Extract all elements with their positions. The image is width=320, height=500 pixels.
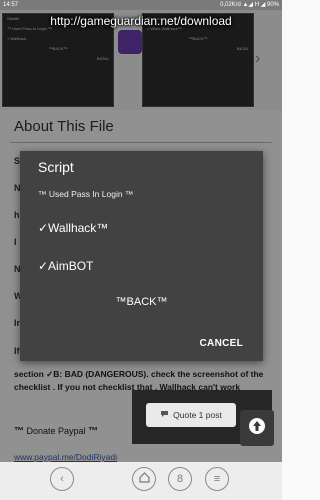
home-icon — [138, 472, 150, 486]
option-wallhack[interactable]: ✓Wallhack™ — [38, 221, 108, 235]
scroll-top-button[interactable] — [240, 410, 274, 446]
menu-button[interactable]: ≡ — [205, 467, 229, 491]
tabs-button[interactable]: 8 — [168, 467, 192, 491]
option-back[interactable]: ™BACK™ — [20, 296, 263, 308]
arrow-up-icon — [248, 417, 266, 440]
script-dialog: Script ™ Used Pass In Login ™ ✓Wallhack™… — [20, 151, 263, 361]
menu-icon: ≡ — [213, 473, 221, 485]
cancel-button[interactable]: CANCEL — [200, 338, 243, 349]
status-indicators: 0,02K/d ▲◢ H ◢ 90% — [220, 2, 279, 8]
tabs-icon: 8 — [176, 473, 184, 485]
dialog-title: Script — [38, 159, 74, 175]
chevron-left-icon: ‹ — [60, 473, 64, 485]
browser-bottom-nav: ‹ 8 ≡ — [0, 462, 282, 500]
dialog-subtitle[interactable]: ™ Used Pass In Login ™ — [38, 189, 133, 199]
status-time: 14:57 — [3, 2, 19, 8]
home-button[interactable] — [132, 467, 156, 491]
status-bar: 14:57 0,02K/d ▲◢ H ◢ 90% — [0, 0, 282, 10]
quote-label: Quote 1 post — [173, 410, 222, 420]
quote-icon — [160, 410, 169, 420]
watermark-url: http://gameguardian.net/download — [50, 14, 232, 28]
option-aimbot[interactable]: ✓AimBOT — [38, 259, 93, 273]
back-button[interactable]: ‹ — [50, 467, 74, 491]
quote-button[interactable]: Quote 1 post — [146, 403, 236, 427]
